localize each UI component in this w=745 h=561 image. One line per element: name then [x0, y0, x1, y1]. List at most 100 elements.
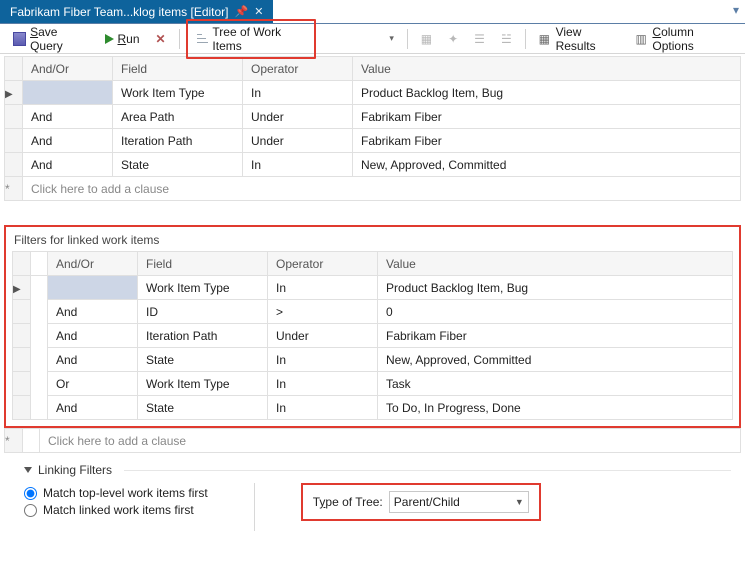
type-of-tree-dropdown[interactable]: Parent/Child ▼ — [389, 491, 529, 513]
radio-top-label: Match top-level work items first — [43, 486, 208, 500]
cell-op[interactable]: In — [268, 348, 378, 372]
linked-filters-highlight: Filters for linked work items And/Or Fie… — [4, 225, 741, 428]
table-row[interactable]: And Iteration Path Under Fabrikam Fiber — [13, 324, 733, 348]
delete-clause-icon[interactable]: ✦ — [441, 29, 465, 49]
current-row-icon: ▶ — [5, 89, 13, 100]
cell-value[interactable]: New, Approved, Committed — [353, 153, 741, 177]
view-results-button[interactable]: ▦ View Results — [532, 22, 627, 56]
pin-icon[interactable]: 📌 — [235, 5, 249, 18]
cell-andor[interactable]: And — [23, 105, 113, 129]
close-icon[interactable]: ✕ — [254, 5, 263, 18]
table-row[interactable]: ▶ Work Item Type In Product Backlog Item… — [5, 81, 741, 105]
run-button[interactable]: Run Run — [98, 29, 147, 49]
radio-linked[interactable]: Match linked work items first — [24, 503, 208, 517]
cell-field[interactable]: Work Item Type — [138, 372, 268, 396]
cell-field[interactable]: Work Item Type — [138, 276, 268, 300]
top-filter-grid[interactable]: And/Or Field Operator Value ▶ Work Item … — [4, 56, 741, 201]
table-row[interactable]: And ID > 0 — [13, 300, 733, 324]
cell-field[interactable]: Iteration Path — [113, 129, 243, 153]
match-order-radios: Match top-level work items first Match l… — [24, 483, 208, 520]
cell-value[interactable]: 0 — [378, 300, 733, 324]
cell-value[interactable]: New, Approved, Committed — [378, 348, 733, 372]
cell-andor[interactable]: And — [23, 129, 113, 153]
cell-op[interactable]: In — [243, 81, 353, 105]
cell-op[interactable]: In — [268, 396, 378, 420]
cell-op[interactable]: In — [243, 153, 353, 177]
add-clause-row[interactable]: * Click here to add a clause — [5, 177, 741, 201]
top-filter-area: And/Or Field Operator Value ▶ Work Item … — [0, 56, 745, 531]
save-query-button[interactable]: SSave Queryave Query — [6, 22, 96, 56]
column-options-button[interactable]: ▥ Column Options Column Options — [628, 22, 739, 56]
radio-top-level[interactable]: Match top-level work items first — [24, 486, 208, 500]
add-clause-row[interactable]: * Click here to add a clause — [5, 429, 741, 453]
cell-andor[interactable]: And — [48, 348, 138, 372]
ungroup-clauses-icon[interactable]: ☱ — [494, 29, 519, 49]
table-row[interactable]: Or Work Item Type In Task — [13, 372, 733, 396]
cell-andor[interactable]: Or — [48, 372, 138, 396]
table-row[interactable]: And State In New, Approved, Committed — [13, 348, 733, 372]
header-row: And/Or Field Operator Value — [5, 57, 741, 81]
cell-field[interactable]: ID — [138, 300, 268, 324]
cell-value[interactable]: Fabrikam Fiber — [378, 324, 733, 348]
cell-op[interactable]: In — [268, 372, 378, 396]
col-andor[interactable]: And/Or — [23, 57, 113, 81]
group-bracket — [31, 276, 48, 420]
cell-op[interactable]: In — [268, 276, 378, 300]
tree-of-work-items-button[interactable]: Tree of Work Items — [190, 22, 313, 56]
radio-top-level-input[interactable] — [24, 487, 37, 500]
cell-field[interactable]: State — [138, 348, 268, 372]
delete-button[interactable]: ✕ — [149, 29, 173, 49]
col-operator[interactable]: Operator — [243, 57, 353, 81]
cell-andor[interactable] — [48, 276, 138, 300]
group-clauses-icon[interactable]: ☰ — [467, 29, 492, 49]
cell-value[interactable]: Fabrikam Fiber — [353, 105, 741, 129]
radio-linked-input[interactable] — [24, 504, 37, 517]
cell-value[interactable]: Task — [378, 372, 733, 396]
tree-icon — [197, 32, 209, 45]
cell-andor[interactable]: And — [48, 324, 138, 348]
tabwell-dropdown-icon[interactable]: ▾ — [727, 0, 745, 23]
cell-field[interactable]: Iteration Path — [138, 324, 268, 348]
cell-andor[interactable]: And — [48, 300, 138, 324]
new-clause-icon[interactable]: ▦ — [414, 29, 439, 49]
query-type-dropdown[interactable]: ▾ — [380, 30, 401, 47]
cell-field[interactable]: State — [138, 396, 268, 420]
col-operator[interactable]: Operator — [268, 252, 378, 276]
cell-value[interactable]: To Do, In Progress, Done — [378, 396, 733, 420]
cell-andor[interactable]: And — [23, 153, 113, 177]
cell-op[interactable]: Under — [243, 129, 353, 153]
linked-add-clause-grid[interactable]: * Click here to add a clause — [4, 428, 741, 453]
cell-andor[interactable]: And — [48, 396, 138, 420]
col-value[interactable]: Value — [378, 252, 733, 276]
cell-field[interactable]: State — [113, 153, 243, 177]
collapse-icon[interactable] — [24, 467, 32, 473]
add-clause-text[interactable]: Click here to add a clause — [23, 177, 741, 201]
cell-value[interactable]: Fabrikam Fiber — [353, 129, 741, 153]
cell-field[interactable]: Area Path — [113, 105, 243, 129]
table-row[interactable]: And State In To Do, In Progress, Done — [13, 396, 733, 420]
col-value[interactable]: Value — [353, 57, 741, 81]
table-row[interactable]: And Area Path Under Fabrikam Fiber — [5, 105, 741, 129]
cell-value[interactable]: Product Backlog Item, Bug — [353, 81, 741, 105]
cell-op[interactable]: > — [268, 300, 378, 324]
current-row-icon: ▶ — [13, 284, 21, 295]
col-field[interactable]: Field — [113, 57, 243, 81]
cell-value[interactable]: Product Backlog Item, Bug — [378, 276, 733, 300]
linked-filter-grid[interactable]: And/Or Field Operator Value ▶ Work Item … — [12, 251, 733, 420]
table-row[interactable]: And State In New, Approved, Committed — [5, 153, 741, 177]
cell-field[interactable]: Work Item Type — [113, 81, 243, 105]
col-andor[interactable]: And/Or — [48, 252, 138, 276]
play-icon — [105, 34, 114, 44]
cell-op[interactable]: Under — [243, 105, 353, 129]
linking-filters-section: Linking Filters Match top-level work ite… — [24, 463, 731, 531]
legend-rule — [124, 470, 731, 471]
table-row[interactable]: ▶ Work Item Type In Product Backlog Item… — [13, 276, 733, 300]
table-row[interactable]: And Iteration Path Under Fabrikam Fiber — [5, 129, 741, 153]
linked-filters-title: Filters for linked work items — [14, 233, 733, 247]
col-field[interactable]: Field — [138, 252, 268, 276]
cell-op[interactable]: Under — [268, 324, 378, 348]
rowheader-blank — [5, 57, 23, 81]
add-clause-text[interactable]: Click here to add a clause — [40, 429, 741, 453]
cell-andor[interactable] — [23, 81, 113, 105]
linking-filters-legend[interactable]: Linking Filters — [24, 463, 731, 477]
